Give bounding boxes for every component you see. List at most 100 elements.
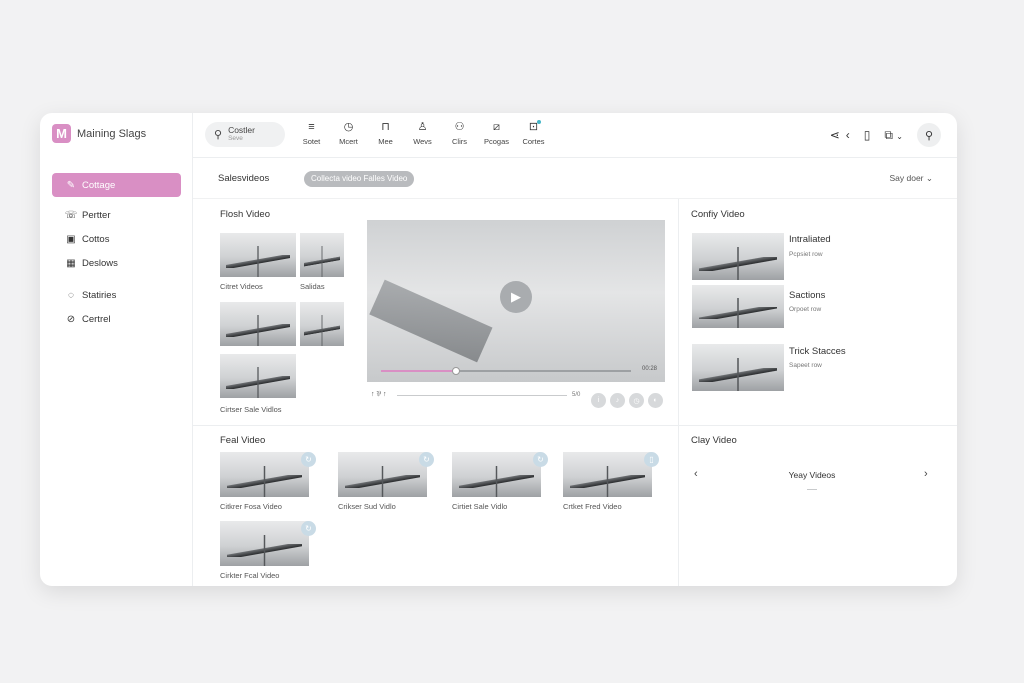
section-title-feal: Feal Video (220, 435, 266, 446)
player-controls[interactable]: ↑ ⅌ ↑ (371, 390, 386, 399)
video-badge[interactable]: ▯ (644, 452, 659, 467)
sidebar-nav: ✎ Cottage ☏ Pertter ▣ Cottos ▦ Deslows ◌… (52, 173, 181, 331)
toolbar-tools: ≡ Sotet ◷ Mcert ⊓ Mee ♙ Wevs ⚇ Clirs ⧄ Pcogas … (293, 120, 552, 146)
list-item-title[interactable]: Intraliated (789, 234, 831, 245)
app-window: M Maining Slags ✎ Cottage ☏ Pertter ▣ Co… (40, 113, 957, 586)
info-button[interactable]: i (591, 393, 606, 408)
search-title: Costler (228, 125, 255, 135)
video-thumbnail[interactable] (338, 452, 427, 497)
video-badge[interactable]: ↻ (301, 521, 316, 536)
sidebar-item-certrel[interactable]: ⊘ Certrel (52, 307, 181, 331)
video-thumbnail[interactable] (300, 302, 344, 346)
video-thumbnail[interactable] (220, 521, 309, 566)
list-item-title[interactable]: Trick Stacces (789, 346, 846, 357)
list-item-subtitle: Orpoet row (789, 306, 822, 313)
video-caption: Cirtser Sale Vidlos (220, 405, 282, 414)
filter-pill[interactable]: Collecta video Falles Video (304, 171, 415, 187)
video-badge[interactable]: ↻ (419, 452, 434, 467)
image-icon: ⧄ (493, 121, 500, 133)
brand[interactable]: M Maining Slags (52, 124, 146, 143)
tool-label: Sotet (302, 137, 321, 146)
top-toolbar: ⚲ Costler Seve ≡ Sotet ◷ Mcert ⊓ Mee ♙ Wevs … (193, 113, 957, 158)
tool-label: Pcogas (483, 137, 510, 146)
refresh-icon: ↻ (537, 455, 544, 464)
back-icon[interactable]: ‹ (846, 128, 850, 142)
video-caption: Citret Videos (220, 282, 263, 291)
sidebar-item-label: Cottage (82, 179, 116, 191)
sidebar-item-deslows[interactable]: ▦ Deslows (52, 251, 181, 275)
pen-icon: ✎ (66, 179, 76, 191)
sidebar-item-pertter[interactable]: ☏ Pertter (52, 203, 181, 227)
link-icon: ⊘ (66, 313, 76, 325)
sidebar-item-label: Pertter (82, 209, 111, 221)
carousel-label: Yeay Videos (788, 470, 836, 480)
tool-wevs[interactable]: ♙ Wevs (404, 120, 441, 146)
share-icon[interactable]: ⋖ (830, 128, 840, 142)
tool-label: Clirs (452, 137, 467, 146)
video-thumbnail[interactable] (220, 233, 296, 277)
tool-sotet[interactable]: ≡ Sotet (293, 120, 330, 146)
sidebar-item-cottage[interactable]: ✎ Cottage (52, 173, 181, 197)
audio-button[interactable]: ♪ (610, 393, 625, 408)
section-title-comfy: Confiy Video (691, 209, 745, 220)
page-title: Salesvideos (218, 173, 270, 184)
brand-logo: M (52, 124, 71, 143)
volume-value: 5/0 (572, 392, 581, 398)
volume-track[interactable] (397, 395, 567, 396)
video-badge[interactable]: ↻ (301, 452, 316, 467)
video-player[interactable]: ▶ 00:28 (367, 220, 665, 382)
progress-knob[interactable] (452, 367, 460, 375)
timer-button[interactable]: ◷ (629, 393, 644, 408)
sort-dropdown[interactable]: Say doer ⌄ (889, 173, 933, 184)
video-thumbnail[interactable] (692, 344, 784, 391)
video-thumbnail[interactable] (692, 285, 784, 328)
video-thumbnail[interactable] (220, 452, 309, 497)
sidebar-item-label: Cottos (82, 233, 110, 245)
brand-name: Maining Slags (77, 127, 147, 140)
sidebar-item-statiries[interactable]: ◌ Statiries (52, 283, 181, 307)
timer-icon: ◷ (633, 397, 640, 405)
row-divider (193, 425, 957, 426)
video-caption: Cirtiet Sale Vidlo (452, 502, 508, 511)
tool-mcert[interactable]: ◷ Mcert (330, 120, 367, 146)
search-button[interactable]: ⚲ (917, 123, 941, 147)
tool-clirs[interactable]: ⚇ Clirs (441, 120, 478, 146)
chevron-right-icon[interactable]: › (924, 468, 928, 480)
video-thumbnail[interactable] (563, 452, 652, 497)
edit-icon: ⊡ (528, 120, 542, 133)
tool-cortes[interactable]: ⊡ Cortes (515, 120, 552, 146)
volume-button[interactable]: ◐ (648, 393, 663, 408)
search-subtitle: Seve (228, 135, 243, 142)
search-input[interactable]: ⚲ Costler Seve (205, 122, 285, 147)
column-divider (678, 199, 679, 586)
video-badge[interactable]: ↻ (533, 452, 548, 467)
phone-icon: ☏ (64, 209, 78, 221)
document-icon[interactable]: ▯ (864, 128, 871, 142)
video-frame-object (369, 279, 493, 363)
sub-header: Salesvideos Collecta video Falles Video … (193, 158, 957, 199)
tool-pcogas[interactable]: ⧄ Pcogas (478, 120, 515, 146)
refresh-icon: ↻ (305, 455, 312, 464)
info-icon: i (597, 397, 600, 404)
sidebar-item-cottos[interactable]: ▣ Cottos (52, 227, 181, 251)
document-icon: ▯ (649, 455, 654, 464)
video-caption: Crtket Fred Video (563, 502, 622, 511)
play-button[interactable]: ▶ (500, 281, 532, 313)
video-thumbnail[interactable] (692, 233, 784, 280)
tool-label: Mee (378, 137, 393, 146)
video-caption: Salidas (300, 282, 325, 291)
clock-icon: ◷ (343, 121, 354, 133)
video-thumbnail[interactable] (452, 452, 541, 497)
copy-icon[interactable]: ⧉ ⌄ (884, 128, 903, 143)
video-thumbnail[interactable] (220, 302, 296, 346)
video-time: 00:28 (641, 366, 657, 372)
carousel-indicator (807, 489, 817, 490)
progress-bar[interactable] (381, 367, 631, 375)
video-thumbnail[interactable] (220, 354, 296, 398)
video-thumbnail[interactable] (300, 233, 344, 277)
bag-icon: ⊓ (381, 121, 390, 133)
list-item-title[interactable]: Sactions (789, 290, 825, 301)
tool-label: Mcert (339, 137, 358, 146)
tool-mee[interactable]: ⊓ Mee (367, 120, 404, 146)
user-icon: ♙ (417, 121, 428, 133)
